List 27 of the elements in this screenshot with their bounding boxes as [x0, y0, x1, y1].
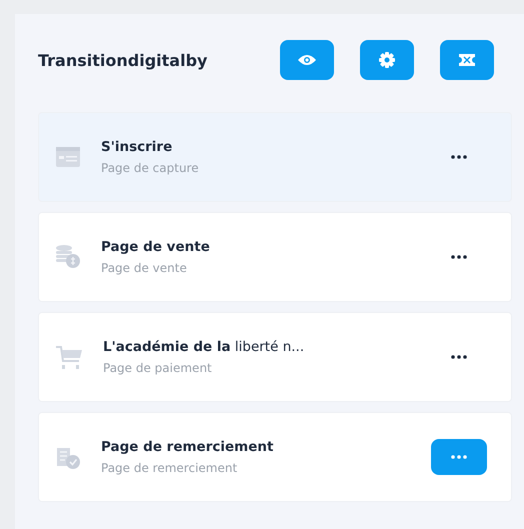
more-icon [451, 355, 467, 359]
page-type: Page de paiement [103, 361, 213, 375]
page-card[interactable]: Page de vente Page de vente [38, 212, 512, 302]
more-button[interactable] [431, 439, 487, 475]
funnel-title: Transitiondigitalby [38, 50, 208, 70]
more-icon [451, 455, 467, 459]
page-card[interactable]: S'inscrire Page de capture [38, 112, 512, 202]
form-icon [55, 145, 81, 169]
more-icon [451, 255, 467, 259]
more-icon [451, 155, 467, 159]
cart-icon [55, 344, 83, 370]
page-type: Page de vente [101, 261, 188, 275]
settings-icon [378, 51, 396, 69]
swap-button[interactable] [440, 40, 494, 80]
eye-icon [297, 53, 317, 67]
preview-button[interactable] [280, 40, 334, 80]
page-title: Page de vente [101, 239, 211, 255]
coins-icon [55, 244, 81, 270]
page-type: Page de remerciement [101, 461, 238, 475]
page-card[interactable]: Page de remerciement Page de remerciement [38, 412, 512, 502]
page-title: S'inscrire [101, 139, 174, 155]
page-title: Page de remerciement [101, 439, 274, 455]
swap-icon [457, 52, 477, 68]
page-title: L'académie de la liberté n... [103, 339, 306, 355]
page-card[interactable]: L'académie de la liberté n... Page de paiement [38, 312, 512, 402]
settings-button[interactable] [360, 40, 414, 80]
page-type: Page de capture [101, 161, 200, 175]
